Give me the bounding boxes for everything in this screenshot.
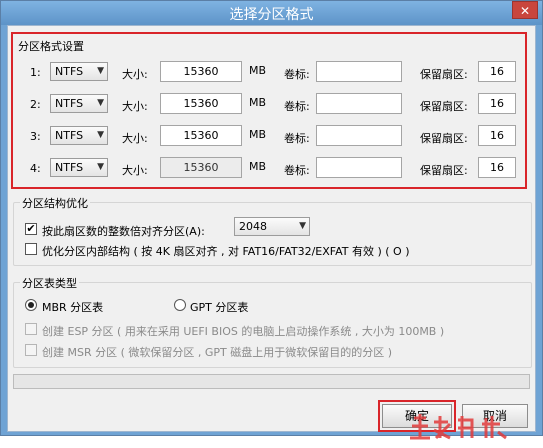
optimize-label: 优化分区内部结构 ( 按 4K 扇区对齐 , 对 FAT16/FAT32/EXF… bbox=[42, 245, 410, 258]
gpt-radio[interactable] bbox=[174, 299, 186, 311]
chevron-down-icon: ▼ bbox=[97, 130, 104, 140]
close-button[interactable]: ✕ bbox=[512, 1, 538, 19]
dialog-title: 选择分区格式 bbox=[229, 7, 314, 23]
gpt-label: GPT 分区表 bbox=[190, 301, 249, 314]
table-type-group-title: 分区表类型 bbox=[20, 275, 79, 291]
reserved-label: 保留扇区: bbox=[420, 68, 468, 81]
reserved-label: 保留扇区: bbox=[420, 100, 468, 113]
volume-input-2[interactable] bbox=[316, 93, 402, 114]
align-value: 2048 bbox=[239, 220, 267, 233]
structure-group-title: 分区结构优化 bbox=[20, 195, 90, 211]
title-bar: 选择分区格式 ✕ bbox=[1, 1, 542, 25]
chevron-down-icon: ▼ bbox=[299, 221, 306, 231]
fs-value: NTFS bbox=[55, 129, 84, 142]
fs-select-2[interactable]: NTFS ▼ bbox=[50, 94, 108, 113]
size-unit: MB bbox=[249, 64, 267, 77]
chevron-down-icon: ▼ bbox=[97, 66, 104, 76]
align-label: 按此扇区数的整数倍对齐分区(A): bbox=[42, 225, 205, 238]
size-unit: MB bbox=[249, 96, 267, 109]
format-group-title: 分区格式设置 bbox=[18, 40, 84, 53]
align-checkbox[interactable]: ✔ bbox=[25, 223, 37, 235]
size-label: 大小: bbox=[122, 100, 148, 113]
watermark-logo bbox=[406, 412, 516, 448]
msr-checkbox[interactable] bbox=[25, 344, 37, 356]
chevron-down-icon: ▼ bbox=[97, 162, 104, 172]
size-unit: MB bbox=[249, 128, 267, 141]
row-index: 4: bbox=[30, 162, 41, 175]
fs-value: NTFS bbox=[55, 161, 84, 174]
reserved-label: 保留扇区: bbox=[420, 132, 468, 145]
size-input-4: 15360 bbox=[160, 157, 242, 178]
volume-label: 卷标: bbox=[284, 164, 310, 177]
dialog-window: 选择分区格式 ✕ 分区格式设置 1: NTFS ▼ 大小: 15360 MB 卷标… bbox=[0, 0, 543, 440]
mbr-radio[interactable] bbox=[25, 299, 37, 311]
reserved-input-4[interactable]: 16 bbox=[478, 157, 516, 178]
size-label: 大小: bbox=[122, 132, 148, 145]
msr-label: 创建 MSR 分区 ( 微软保留分区 , GPT 磁盘上用于微软保留目的的分区 … bbox=[42, 346, 393, 359]
volume-label: 卷标: bbox=[284, 100, 310, 113]
mbr-label: MBR 分区表 bbox=[42, 301, 104, 314]
row-index: 1: bbox=[30, 66, 41, 79]
watermark-logo-icon bbox=[410, 414, 507, 440]
size-label: 大小: bbox=[122, 68, 148, 81]
size-input-2[interactable]: 15360 bbox=[160, 93, 242, 114]
size-input-3[interactable]: 15360 bbox=[160, 125, 242, 146]
align-select[interactable]: 2048 ▼ bbox=[234, 217, 310, 236]
check-icon: ✔ bbox=[26, 222, 36, 235]
row-index: 2: bbox=[30, 98, 41, 111]
fs-select-1[interactable]: NTFS ▼ bbox=[50, 62, 108, 81]
volume-input-4[interactable] bbox=[316, 157, 402, 178]
chevron-down-icon: ▼ bbox=[97, 98, 104, 108]
reserved-input-3[interactable]: 16 bbox=[478, 125, 516, 146]
dialog-client-area: 分区格式设置 1: NTFS ▼ 大小: 15360 MB 卷标: 保留扇区: 1… bbox=[7, 25, 536, 440]
size-unit: MB bbox=[249, 160, 267, 173]
reserved-input-1[interactable]: 16 bbox=[478, 61, 516, 82]
fs-select-4[interactable]: NTFS ▼ bbox=[50, 158, 108, 177]
fs-value: NTFS bbox=[55, 65, 84, 78]
volume-input-1[interactable] bbox=[316, 61, 402, 82]
row-index: 3: bbox=[30, 130, 41, 143]
esp-checkbox[interactable] bbox=[25, 323, 37, 335]
volume-label: 卷标: bbox=[284, 132, 310, 145]
progress-bar bbox=[13, 374, 530, 389]
reserved-label: 保留扇区: bbox=[420, 164, 468, 177]
esp-label: 创建 ESP 分区 ( 用来在采用 UEFI BIOS 的电脑上启动操作系统 ,… bbox=[42, 325, 445, 338]
size-label: 大小: bbox=[122, 164, 148, 177]
optimize-checkbox[interactable] bbox=[25, 243, 37, 255]
volume-label: 卷标: bbox=[284, 68, 310, 81]
fs-select-3[interactable]: NTFS ▼ bbox=[50, 126, 108, 145]
reserved-input-2[interactable]: 16 bbox=[478, 93, 516, 114]
volume-input-3[interactable] bbox=[316, 125, 402, 146]
fs-value: NTFS bbox=[55, 97, 84, 110]
size-input-1[interactable]: 15360 bbox=[160, 61, 242, 82]
